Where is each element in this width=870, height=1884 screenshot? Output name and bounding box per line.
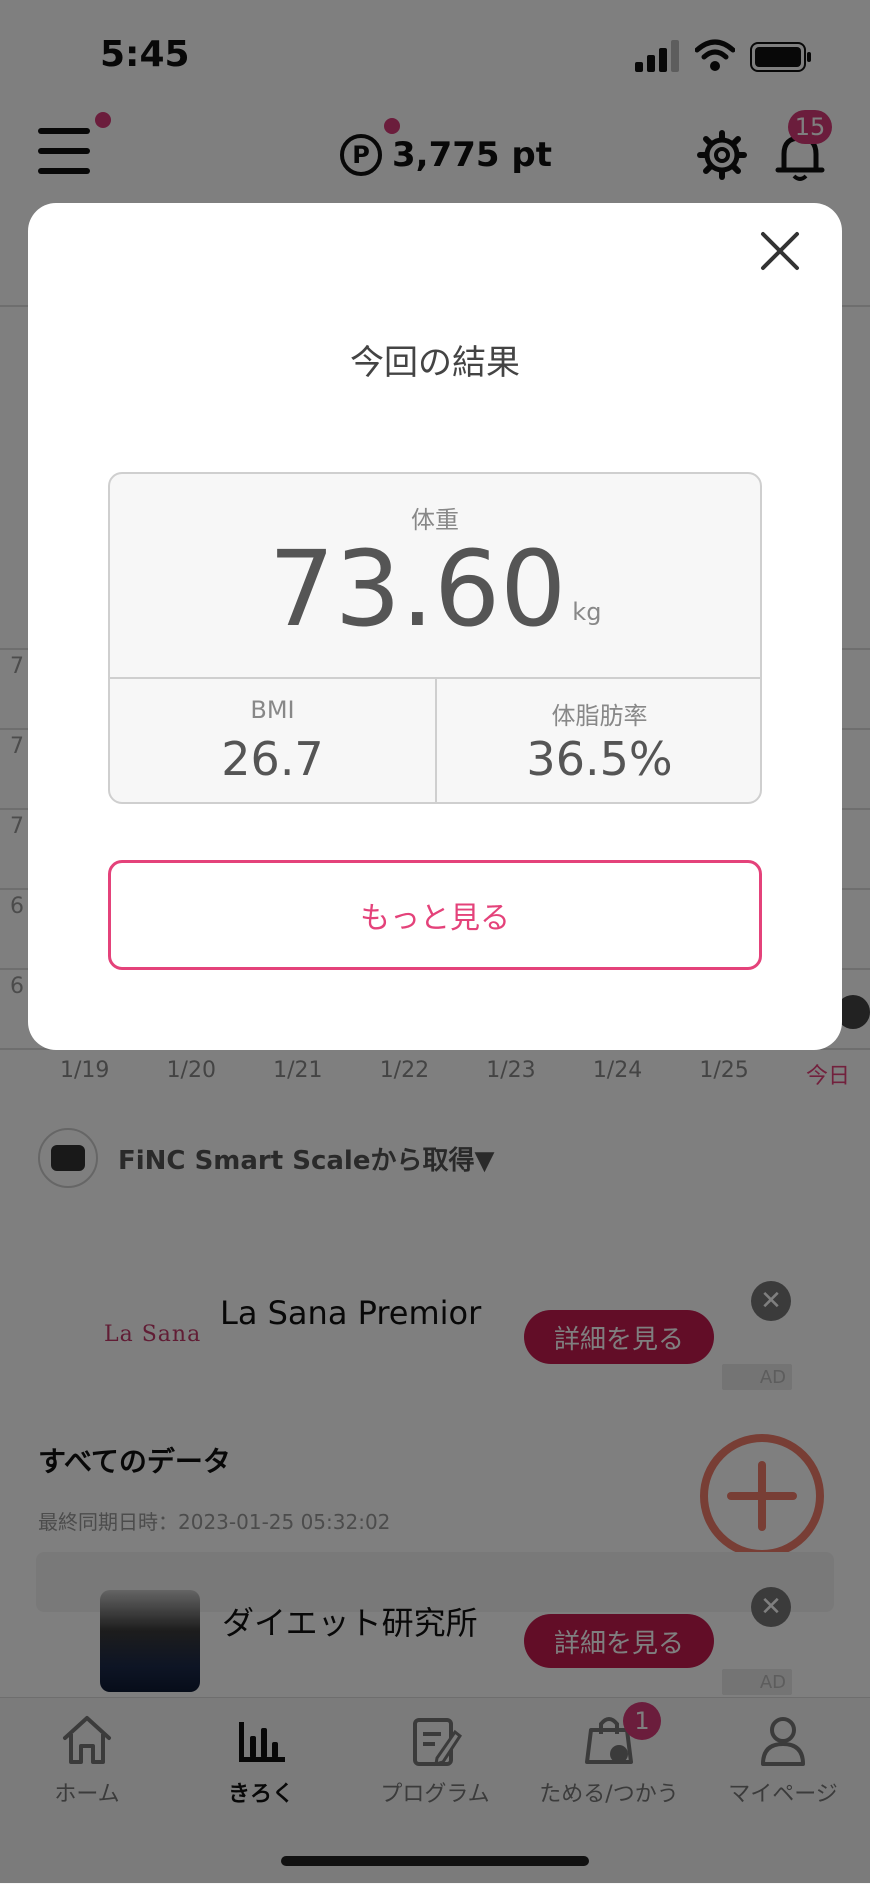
weight-row: 73.60 kg — [110, 534, 760, 644]
weight-value: 73.60 — [268, 528, 567, 650]
modal-title: 今回の結果 — [350, 343, 520, 383]
body-fat-value: 36.5% — [526, 732, 673, 786]
close-icon[interactable] — [755, 226, 805, 276]
result-card: 体重 73.60 kg BMI 26.7 体脂肪率 36.5% — [108, 472, 762, 804]
bmi-value: 26.7 — [221, 732, 324, 786]
weight-unit: kg — [572, 598, 602, 626]
body-fat-label: 体脂肪率 — [551, 702, 648, 730]
home-indicator — [281, 1856, 589, 1866]
bmi-label: BMI — [250, 696, 295, 724]
see-more-button[interactable]: もっと見る — [108, 860, 762, 970]
